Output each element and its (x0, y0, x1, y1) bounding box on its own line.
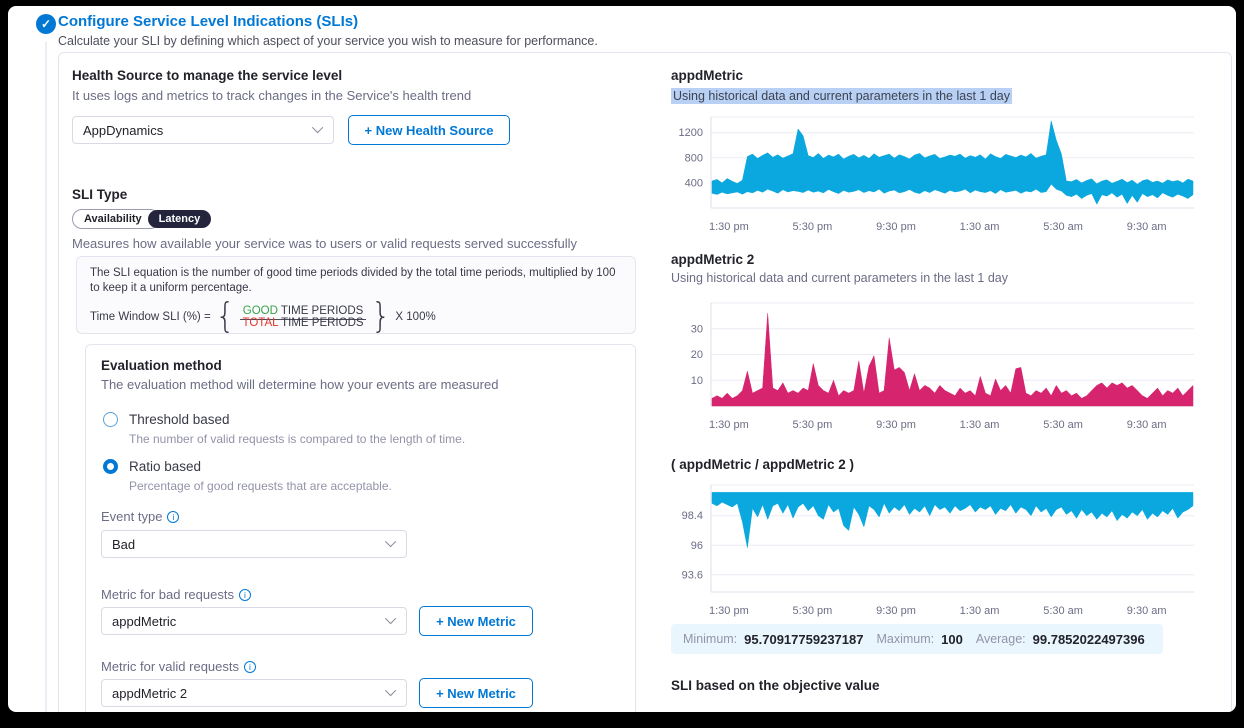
left-brace: { (216, 300, 235, 335)
svg-text:5:30 pm: 5:30 pm (793, 419, 833, 431)
svg-text:5:30 pm: 5:30 pm (793, 605, 833, 617)
svg-text:1:30 am: 1:30 am (960, 419, 1000, 431)
svg-text:1:30 am: 1:30 am (960, 221, 1000, 233)
svg-text:5:30 am: 5:30 am (1043, 605, 1083, 617)
chart3-title: ( appdMetric / appdMetric 2 ) (671, 457, 854, 472)
info-icon[interactable] (167, 511, 179, 523)
screen: Configure Service Level Indications (SLI… (0, 0, 1244, 728)
sli-measures-text: Measures how available your service was … (72, 236, 577, 251)
evaluation-method-desc: The evaluation method will determine how… (101, 377, 498, 392)
sli-stats-bar: Minimum: 95.70917759237187 Maximum: 100 … (671, 624, 1163, 654)
minimum-label: Minimum: (683, 632, 737, 646)
svg-text:9:30 am: 9:30 am (1127, 419, 1167, 431)
ratio-based-label[interactable]: Ratio based (129, 459, 201, 474)
svg-text:93.6: 93.6 (682, 569, 703, 581)
threshold-based-radio[interactable] (103, 412, 118, 427)
svg-text:1200: 1200 (679, 127, 703, 139)
health-source-select-value: AppDynamics (83, 123, 163, 138)
svg-text:20: 20 (691, 349, 703, 361)
total-rest: TIME PERIODS (278, 317, 363, 329)
maximum-label: Maximum: (876, 632, 934, 646)
svg-text:5:30 am: 5:30 am (1043, 419, 1083, 431)
svg-text:1:30 pm: 1:30 pm (709, 419, 749, 431)
svg-text:10: 10 (691, 375, 703, 387)
minimum-value: 95.70917759237187 (744, 632, 863, 647)
valid-metric-value: appdMetric 2 (112, 686, 187, 701)
threshold-based-label[interactable]: Threshold based (129, 412, 230, 427)
sli-objective-heading: SLI based on the objective value (671, 678, 880, 693)
bad-metric-label: Metric for bad requests (101, 587, 251, 602)
bad-metric-select[interactable]: appdMetric (101, 607, 407, 635)
ratio-based-desc: Percentage of good requests that are acc… (129, 479, 392, 493)
svg-text:1:30 pm: 1:30 pm (709, 221, 749, 233)
event-type-select[interactable]: Bad (101, 530, 407, 558)
stepper-line (45, 42, 47, 712)
svg-text:98.4: 98.4 (682, 510, 703, 522)
svg-text:96: 96 (691, 540, 703, 552)
equation-fraction: GOOD TIME PERIODS TOTAL TIME PERIODS (240, 305, 367, 329)
svg-text:5:30 pm: 5:30 pm (793, 221, 833, 233)
svg-text:800: 800 (685, 152, 703, 164)
ratio-based-radio[interactable] (103, 459, 118, 474)
sli-equation-box: The SLI equation is the number of good t… (76, 256, 636, 334)
average-value: 99.7852022497396 (1033, 632, 1145, 647)
svg-text:1:30 am: 1:30 am (960, 605, 1000, 617)
evaluation-method-title: Evaluation method (101, 358, 222, 373)
page-card: Configure Service Level Indications (SLI… (8, 6, 1236, 712)
svg-text:9:30 am: 9:30 am (1127, 221, 1167, 233)
maximum-value: 100 (941, 632, 963, 647)
event-type-value: Bad (112, 537, 135, 552)
svg-text:30: 30 (691, 323, 703, 335)
health-source-label: Health Source to manage the service leve… (72, 68, 342, 83)
evaluation-method-panel (85, 344, 636, 712)
chevron-down-icon (385, 684, 396, 695)
svg-text:5:30 am: 5:30 am (1043, 221, 1083, 233)
equation-multiplier: X 100% (395, 311, 435, 323)
valid-metric-select[interactable]: appdMetric 2 (101, 679, 407, 707)
equation-formula: Time Window SLI (%) = { GOOD TIME PERIOD… (90, 302, 622, 332)
step-complete-check-icon (36, 14, 56, 34)
chart2-title: appdMetric 2 (671, 252, 754, 267)
bad-metric-value: appdMetric (112, 614, 176, 629)
health-source-select[interactable]: AppDynamics (72, 116, 334, 144)
sli-type-toggle: Availability Latency (72, 209, 211, 229)
chevron-down-icon (385, 612, 396, 623)
svg-text:9:30 pm: 9:30 pm (876, 605, 916, 617)
health-source-desc: It uses logs and metrics to track change… (72, 88, 471, 103)
svg-text:9:30 am: 9:30 am (1127, 605, 1167, 617)
threshold-based-desc: The number of valid requests is compared… (129, 432, 465, 446)
svg-text:9:30 pm: 9:30 pm (876, 221, 916, 233)
sli-type-label: SLI Type (72, 187, 127, 202)
new-metric-button-valid[interactable]: + New Metric (419, 678, 533, 708)
chart2-subtitle: Using historical data and current parame… (671, 271, 1008, 285)
right-brace: } (371, 300, 390, 335)
sli-type-availability-pill[interactable]: Availability (72, 209, 160, 229)
total-word: TOTAL (243, 317, 279, 329)
event-type-label: Event type (101, 509, 179, 524)
new-health-source-button[interactable]: + New Health Source (348, 115, 510, 145)
chart1-subtitle: Using historical data and current parame… (671, 88, 1012, 104)
sli-type-latency-pill[interactable]: Latency (148, 210, 212, 228)
page-title: Configure Service Level Indications (SLI… (58, 13, 358, 30)
info-icon[interactable] (244, 661, 256, 673)
equation-lhs: Time Window SLI (%) = (90, 311, 211, 323)
chevron-down-icon (385, 535, 396, 546)
equation-description: The SLI equation is the number of good t… (90, 266, 620, 296)
valid-metric-label: Metric for valid requests (101, 659, 256, 674)
appdmetric-chart: 400 800 1200 1:30 pm 5:30 pm 9:30 pm 1:30 am 5:… (669, 106, 1201, 238)
appdmetric2-chart: 10 20 30 1:30 pm 5:30 pm 9:30 pm 1:30 am 5:30 a… (669, 292, 1201, 436)
info-icon[interactable] (239, 589, 251, 601)
page-subtitle: Calculate your SLI by defining which asp… (58, 34, 598, 48)
svg-text:1:30 pm: 1:30 pm (709, 605, 749, 617)
chevron-down-icon (312, 121, 323, 132)
ratio-chart: 98.4 96 93.6 1:30 pm 5:30 pm 9:30 pm 1:30 am 5:… (669, 474, 1201, 622)
svg-text:400: 400 (685, 177, 703, 189)
svg-text:9:30 pm: 9:30 pm (876, 419, 916, 431)
average-label: Average: (976, 632, 1026, 646)
chart1-title: appdMetric (671, 68, 743, 83)
new-metric-button-bad[interactable]: + New Metric (419, 606, 533, 636)
